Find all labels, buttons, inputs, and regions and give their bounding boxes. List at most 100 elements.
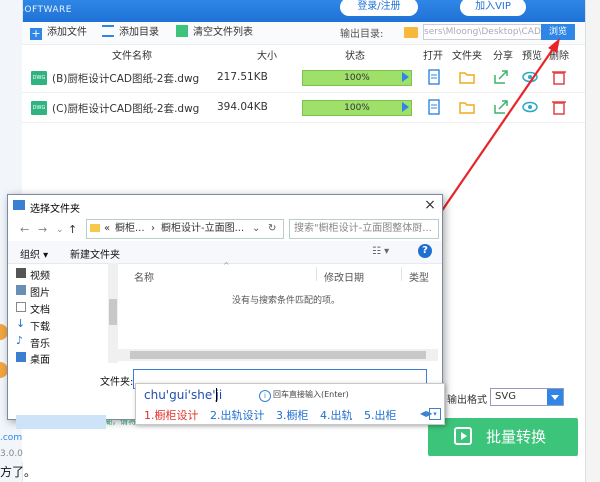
horizontal-scrollbar[interactable] xyxy=(118,349,438,361)
vip-button[interactable]: 加入VIP xyxy=(460,0,526,16)
output-dir-label: 输出目录: xyxy=(340,29,384,40)
add-folder-button[interactable]: 添加目录 xyxy=(102,25,159,41)
empty-message: 没有与搜索条件匹配的项。 xyxy=(232,296,341,306)
play-icon[interactable] xyxy=(402,102,409,112)
file-name: (C)厨柜设计CAD图纸-2套.dwg xyxy=(52,103,200,115)
table-row[interactable]: DWG (B)厨柜设计CAD图纸-2套.dwg 217.51KB 100% xyxy=(22,64,585,93)
progress-text: 100% xyxy=(344,73,370,83)
clear-list-button[interactable]: 清空文件列表 xyxy=(176,25,253,41)
column-divider[interactable] xyxy=(316,267,317,281)
new-folder-button[interactable]: 新建文件夹 xyxy=(70,246,120,261)
ime-expand-icon[interactable]: ▾ xyxy=(429,408,441,420)
sidebar-item-documents[interactable]: 文档 xyxy=(16,301,50,316)
file-name: (B)厨柜设计CAD图纸-2套.dwg xyxy=(52,73,200,85)
play-icon[interactable] xyxy=(402,72,409,82)
download-arrow-icon: ↓ xyxy=(16,317,26,330)
sidebar-item-videos[interactable]: 视频 xyxy=(16,267,50,282)
breadcrumb[interactable]: 橱柜... xyxy=(115,220,145,238)
delete-trash-icon[interactable] xyxy=(551,69,567,85)
batch-convert-button[interactable]: 批量转换 xyxy=(428,418,578,456)
share-icon[interactable] xyxy=(493,99,509,115)
open-file-icon[interactable] xyxy=(426,69,442,85)
view-options-icon[interactable]: ☷ ▾ xyxy=(372,246,389,257)
login-button[interactable]: 登录/注册 xyxy=(340,0,418,16)
breadcrumb-separator: › xyxy=(151,223,155,234)
file-list-pane: 名称 ^ 修改日期 类型 没有与搜索条件匹配的项。 xyxy=(120,261,442,363)
picture-icon xyxy=(16,285,26,295)
sidebar-item-label: 下载 xyxy=(30,322,50,333)
vip-label: 加入VIP xyxy=(475,1,511,12)
column-divider[interactable] xyxy=(401,267,402,281)
add-file-button[interactable]: + 添加文件 xyxy=(30,25,87,41)
share-icon[interactable] xyxy=(493,69,509,85)
info-icon: i xyxy=(259,390,271,402)
breadcrumb[interactable]: 橱柜设计-立面图... xyxy=(161,220,244,238)
nav-scroll-thumb[interactable] xyxy=(109,299,117,325)
col-type[interactable]: 类型 xyxy=(409,269,429,284)
sidebar-item-pictures[interactable]: 图片 xyxy=(16,284,50,299)
document-icon xyxy=(16,302,26,312)
sort-caret-icon: ^ xyxy=(223,261,230,270)
back-arrow-icon[interactable]: ← xyxy=(20,223,29,236)
output-format-select[interactable]: SVG xyxy=(490,388,564,406)
delete-trash-icon[interactable] xyxy=(551,99,567,115)
nav-selection-highlight xyxy=(16,415,106,429)
progress-bar: 100% xyxy=(302,70,412,86)
ime-hint: 回车直接输入(Enter) xyxy=(273,390,349,399)
ime-candidate[interactable]: 4.出轨 xyxy=(320,409,353,422)
output-format-value: SVG xyxy=(495,391,516,402)
help-icon[interactable]: ? xyxy=(418,244,432,258)
ime-candidate[interactable]: 2.出轨设计 xyxy=(210,409,265,422)
col-name[interactable]: 名称 xyxy=(134,269,154,284)
file-size: 394.04KB xyxy=(217,101,268,113)
chevron-down-icon xyxy=(547,389,563,405)
browse-button[interactable]: 浏览 xyxy=(541,24,575,40)
open-file-icon[interactable] xyxy=(426,99,442,115)
chevron-down-icon[interactable]: ⌄ xyxy=(252,220,260,238)
dialog-title-bar: 选择文件夹 × xyxy=(8,195,442,217)
sidebar-item-music[interactable]: ♪ 音乐 xyxy=(16,335,50,350)
preview-eye-icon[interactable] xyxy=(522,99,538,115)
dialog-nav-row: ← → ⌄ ↑ « 橱柜... › 橱柜设计-立面图... ⌄ ↻ 搜索"橱柜设… xyxy=(8,217,442,241)
sidebar-item-label: 图片 xyxy=(30,288,50,299)
play-square-icon xyxy=(454,427,472,445)
output-path-field[interactable]: sers\Mloong\Desktop\CAD xyxy=(423,24,542,40)
dwg-file-icon: DWG xyxy=(31,101,47,115)
horizontal-scroll-thumb[interactable] xyxy=(130,351,426,359)
folder-field-label: 文件夹: xyxy=(100,377,134,388)
table-row[interactable]: DWG (C)厨柜设计CAD图纸-2套.dwg 394.04KB 100% xyxy=(22,94,585,123)
col-status: 状态 xyxy=(345,51,365,62)
dialog-app-icon xyxy=(13,200,25,210)
up-arrow-icon[interactable]: ↑ xyxy=(68,223,77,236)
output-format-label: 输出格式 xyxy=(447,395,487,406)
video-icon xyxy=(16,268,26,278)
preview-eye-icon[interactable] xyxy=(522,69,538,85)
sidebar-item-label: 文档 xyxy=(30,305,50,316)
left-edge-link[interactable]: .com xyxy=(0,433,22,443)
col-folder: 文件夹 xyxy=(452,51,482,62)
sidebar-item-label: 音乐 xyxy=(30,339,50,350)
col-filename: 文件名称 xyxy=(112,51,152,62)
open-folder-icon[interactable] xyxy=(459,69,475,85)
file-table-header: 文件名称 大小 状态 打开 文件夹 分享 预览 删除 xyxy=(22,44,585,62)
ime-candidate[interactable]: 1.橱柜设计 xyxy=(144,409,199,422)
sidebar-item-label: 视频 xyxy=(30,271,50,282)
col-open: 打开 xyxy=(423,51,443,62)
search-input[interactable]: 搜索"橱柜设计-立面图整体厨... xyxy=(289,219,439,239)
forward-arrow-icon[interactable]: → xyxy=(38,223,47,236)
open-folder-icon[interactable] xyxy=(459,99,475,115)
organize-button[interactable]: 组织 ▾ xyxy=(20,246,48,261)
sidebar-item-desktop[interactable]: 桌面 xyxy=(16,351,50,366)
dialog-title: 选择文件夹 xyxy=(30,204,80,215)
ime-candidate[interactable]: 3.橱柜 xyxy=(276,409,309,422)
col-modified-date[interactable]: 修改日期 xyxy=(324,269,364,284)
sidebar-item-downloads[interactable]: ↓ 下载 xyxy=(16,318,50,333)
recent-chevron-icon[interactable]: ⌄ xyxy=(56,225,64,235)
ime-candidate-list: 1.橱柜设计 2.出轨设计 3.橱柜 4.出轨 5.出柜 xyxy=(144,407,405,423)
col-size: 大小 xyxy=(257,51,277,62)
folder-icon[interactable] xyxy=(404,27,418,38)
ime-candidate[interactable]: 5.出柜 xyxy=(364,409,397,422)
address-bar[interactable]: « 橱柜... › 橱柜设计-立面图... ⌄ ↻ xyxy=(86,219,284,239)
close-icon[interactable]: × xyxy=(422,197,438,213)
refresh-icon[interactable]: ↻ xyxy=(268,220,276,238)
